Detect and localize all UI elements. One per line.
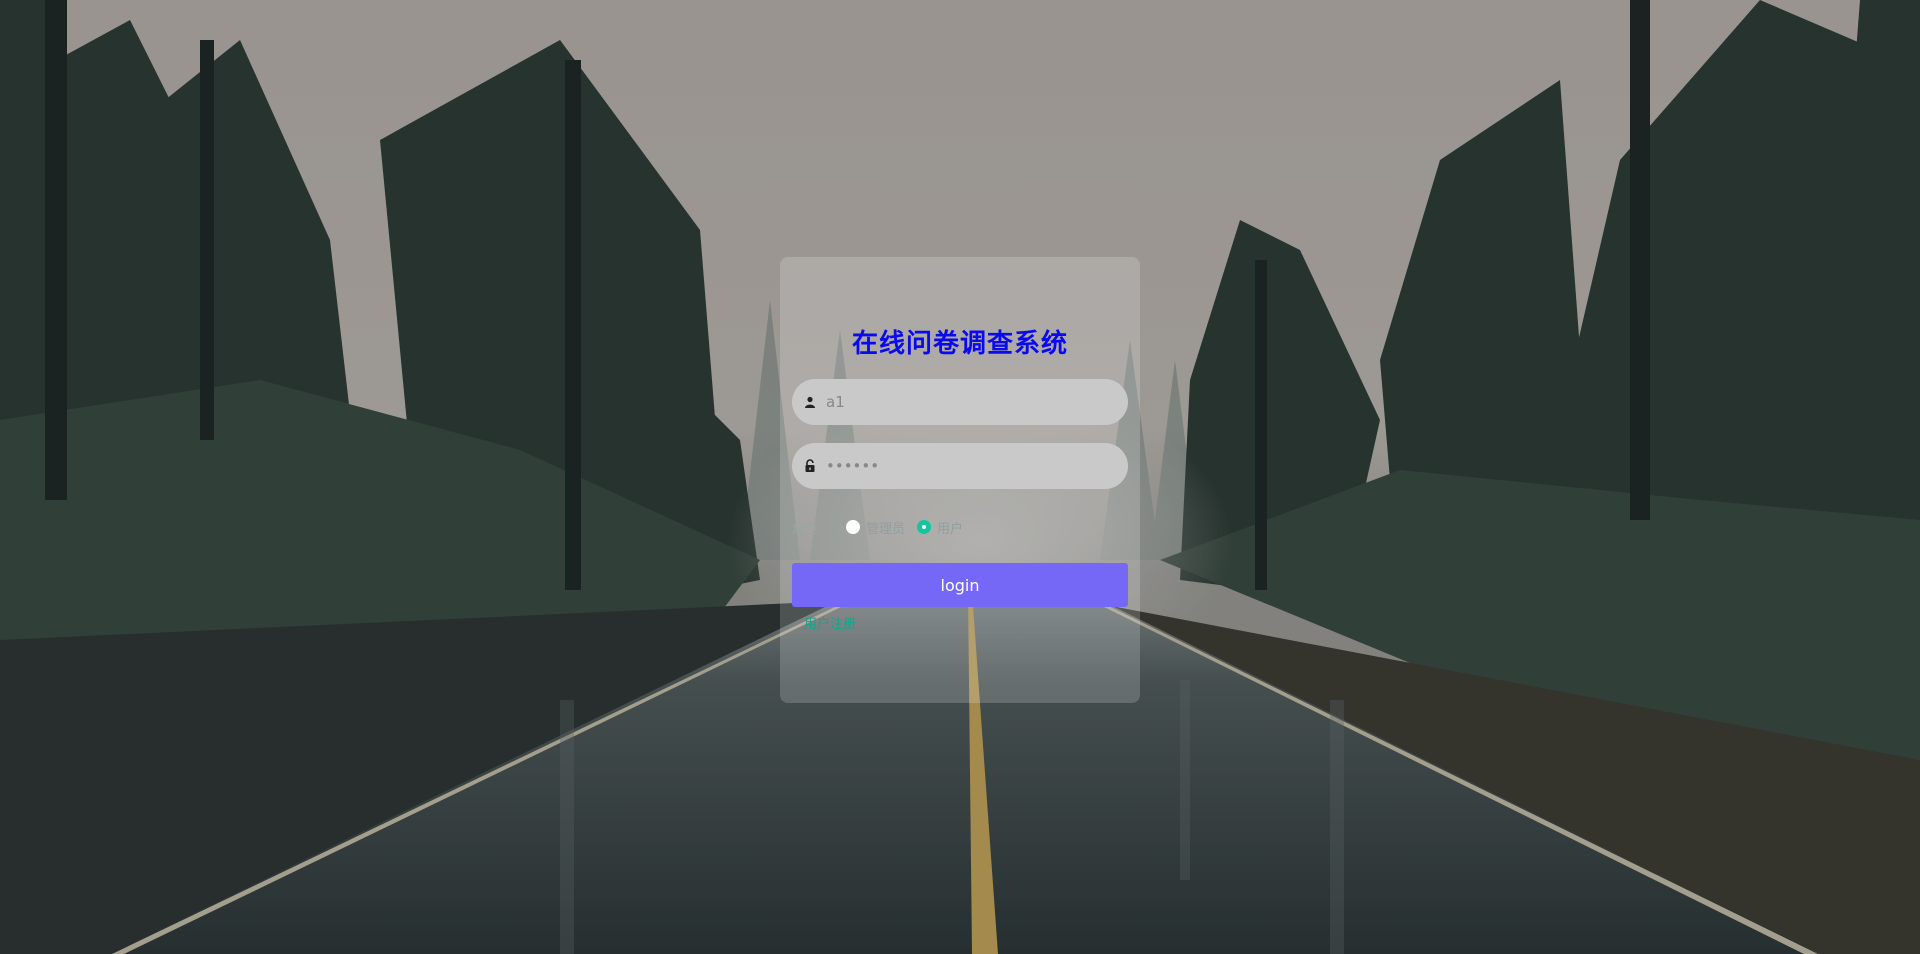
- radio-user[interactable]: [917, 520, 932, 534]
- role-selector: 角色 管理员 用户: [792, 515, 1128, 539]
- password-field[interactable]: [792, 443, 1128, 489]
- role-label: 角色: [792, 521, 819, 537]
- role-option-user[interactable]: 用户: [917, 518, 963, 537]
- login-page: 在线问卷调查系统 角色: [0, 0, 1920, 954]
- username-input[interactable]: [824, 381, 1118, 423]
- role-option-user-label: 用户: [937, 521, 964, 537]
- page-title: 在线问卷调查系统: [851, 329, 1068, 359]
- role-option-admin[interactable]: 管理员: [846, 518, 905, 537]
- role-option-admin-label: 管理员: [866, 521, 906, 537]
- lock-icon: [802, 458, 818, 474]
- login-card: 在线问卷调查系统 角色: [780, 257, 1140, 703]
- user-icon: [802, 394, 818, 410]
- radio-admin[interactable]: [846, 520, 861, 534]
- register-link[interactable]: 用户注册: [804, 613, 856, 632]
- login-button[interactable]: login: [792, 563, 1128, 607]
- password-input[interactable]: [824, 445, 1118, 487]
- username-field[interactable]: [792, 379, 1128, 425]
